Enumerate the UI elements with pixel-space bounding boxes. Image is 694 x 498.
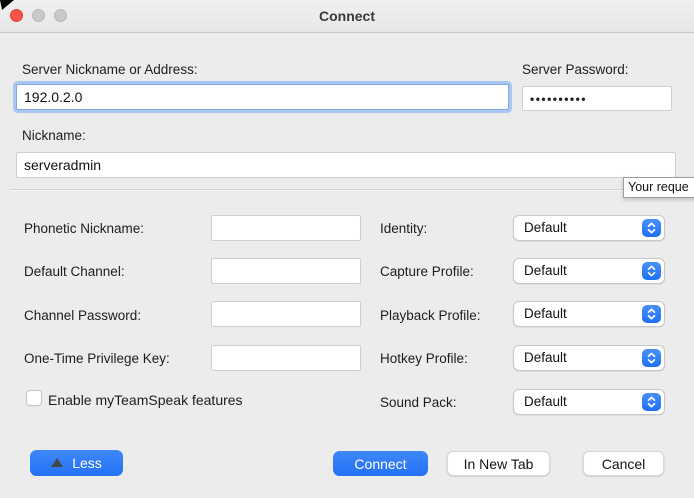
capture-profile-dropdown[interactable]: Default xyxy=(513,258,665,284)
capture-profile-dropdown-value: Default xyxy=(524,259,567,283)
server-address-label: Server Nickname or Address: xyxy=(22,62,198,77)
phonetic-nickname-input[interactable] xyxy=(211,215,361,241)
playback-profile-dropdown-value: Default xyxy=(524,302,567,326)
connect-dialog: Connect Server Nickname or Address: Serv… xyxy=(0,0,694,498)
playback-profile-dropdown[interactable]: Default xyxy=(513,301,665,327)
phonetic-nickname-label: Phonetic Nickname: xyxy=(24,221,144,236)
title-bar[interactable]: Connect xyxy=(0,0,694,33)
identity-dropdown[interactable]: Default xyxy=(513,215,665,241)
hotkey-profile-dropdown-value: Default xyxy=(524,346,567,370)
connect-button[interactable]: Connect xyxy=(333,451,428,476)
stepper-icon xyxy=(642,305,661,323)
connect-button-label: Connect xyxy=(354,456,406,472)
less-button-label: Less xyxy=(72,455,102,471)
hotkey-profile-dropdown[interactable]: Default xyxy=(513,345,665,371)
playback-profile-label: Playback Profile: xyxy=(380,308,481,323)
mouse-cursor-icon xyxy=(0,0,16,11)
myteamspeak-checkbox-label[interactable]: Enable myTeamSpeak features xyxy=(48,392,243,408)
window-title: Connect xyxy=(0,0,694,32)
section-divider xyxy=(10,189,684,191)
sound-pack-label: Sound Pack: xyxy=(380,395,457,410)
channel-password-input[interactable] xyxy=(211,301,361,327)
stepper-icon xyxy=(642,219,661,237)
privilege-key-label: One-Time Privilege Key: xyxy=(24,351,170,366)
myteamspeak-checkbox[interactable] xyxy=(26,390,42,406)
in-new-tab-button[interactable]: In New Tab xyxy=(447,451,550,476)
collapse-triangle-icon xyxy=(51,458,63,467)
nickname-input[interactable] xyxy=(16,152,676,178)
hotkey-profile-label: Hotkey Profile: xyxy=(380,351,468,366)
identity-label: Identity: xyxy=(380,221,427,236)
stepper-icon xyxy=(642,349,661,367)
sound-pack-dropdown[interactable]: Default xyxy=(513,389,665,415)
stepper-icon xyxy=(642,262,661,280)
cancel-button[interactable]: Cancel xyxy=(583,451,664,476)
default-channel-input[interactable] xyxy=(211,258,361,284)
default-channel-label: Default Channel: xyxy=(24,264,125,279)
identity-dropdown-value: Default xyxy=(524,216,567,240)
server-address-input[interactable] xyxy=(16,84,509,110)
capture-profile-label: Capture Profile: xyxy=(380,264,474,279)
in-new-tab-button-label: In New Tab xyxy=(464,456,534,472)
sound-pack-dropdown-value: Default xyxy=(524,390,567,414)
channel-password-label: Channel Password: xyxy=(24,308,141,323)
nickname-label: Nickname: xyxy=(22,128,86,143)
less-button[interactable]: Less xyxy=(30,450,123,476)
server-password-input[interactable] xyxy=(522,86,672,111)
tooltip: Your reque xyxy=(623,177,694,198)
cancel-button-label: Cancel xyxy=(602,456,646,472)
stepper-icon xyxy=(642,393,661,411)
privilege-key-input[interactable] xyxy=(211,345,361,371)
server-password-label: Server Password: xyxy=(522,62,629,77)
